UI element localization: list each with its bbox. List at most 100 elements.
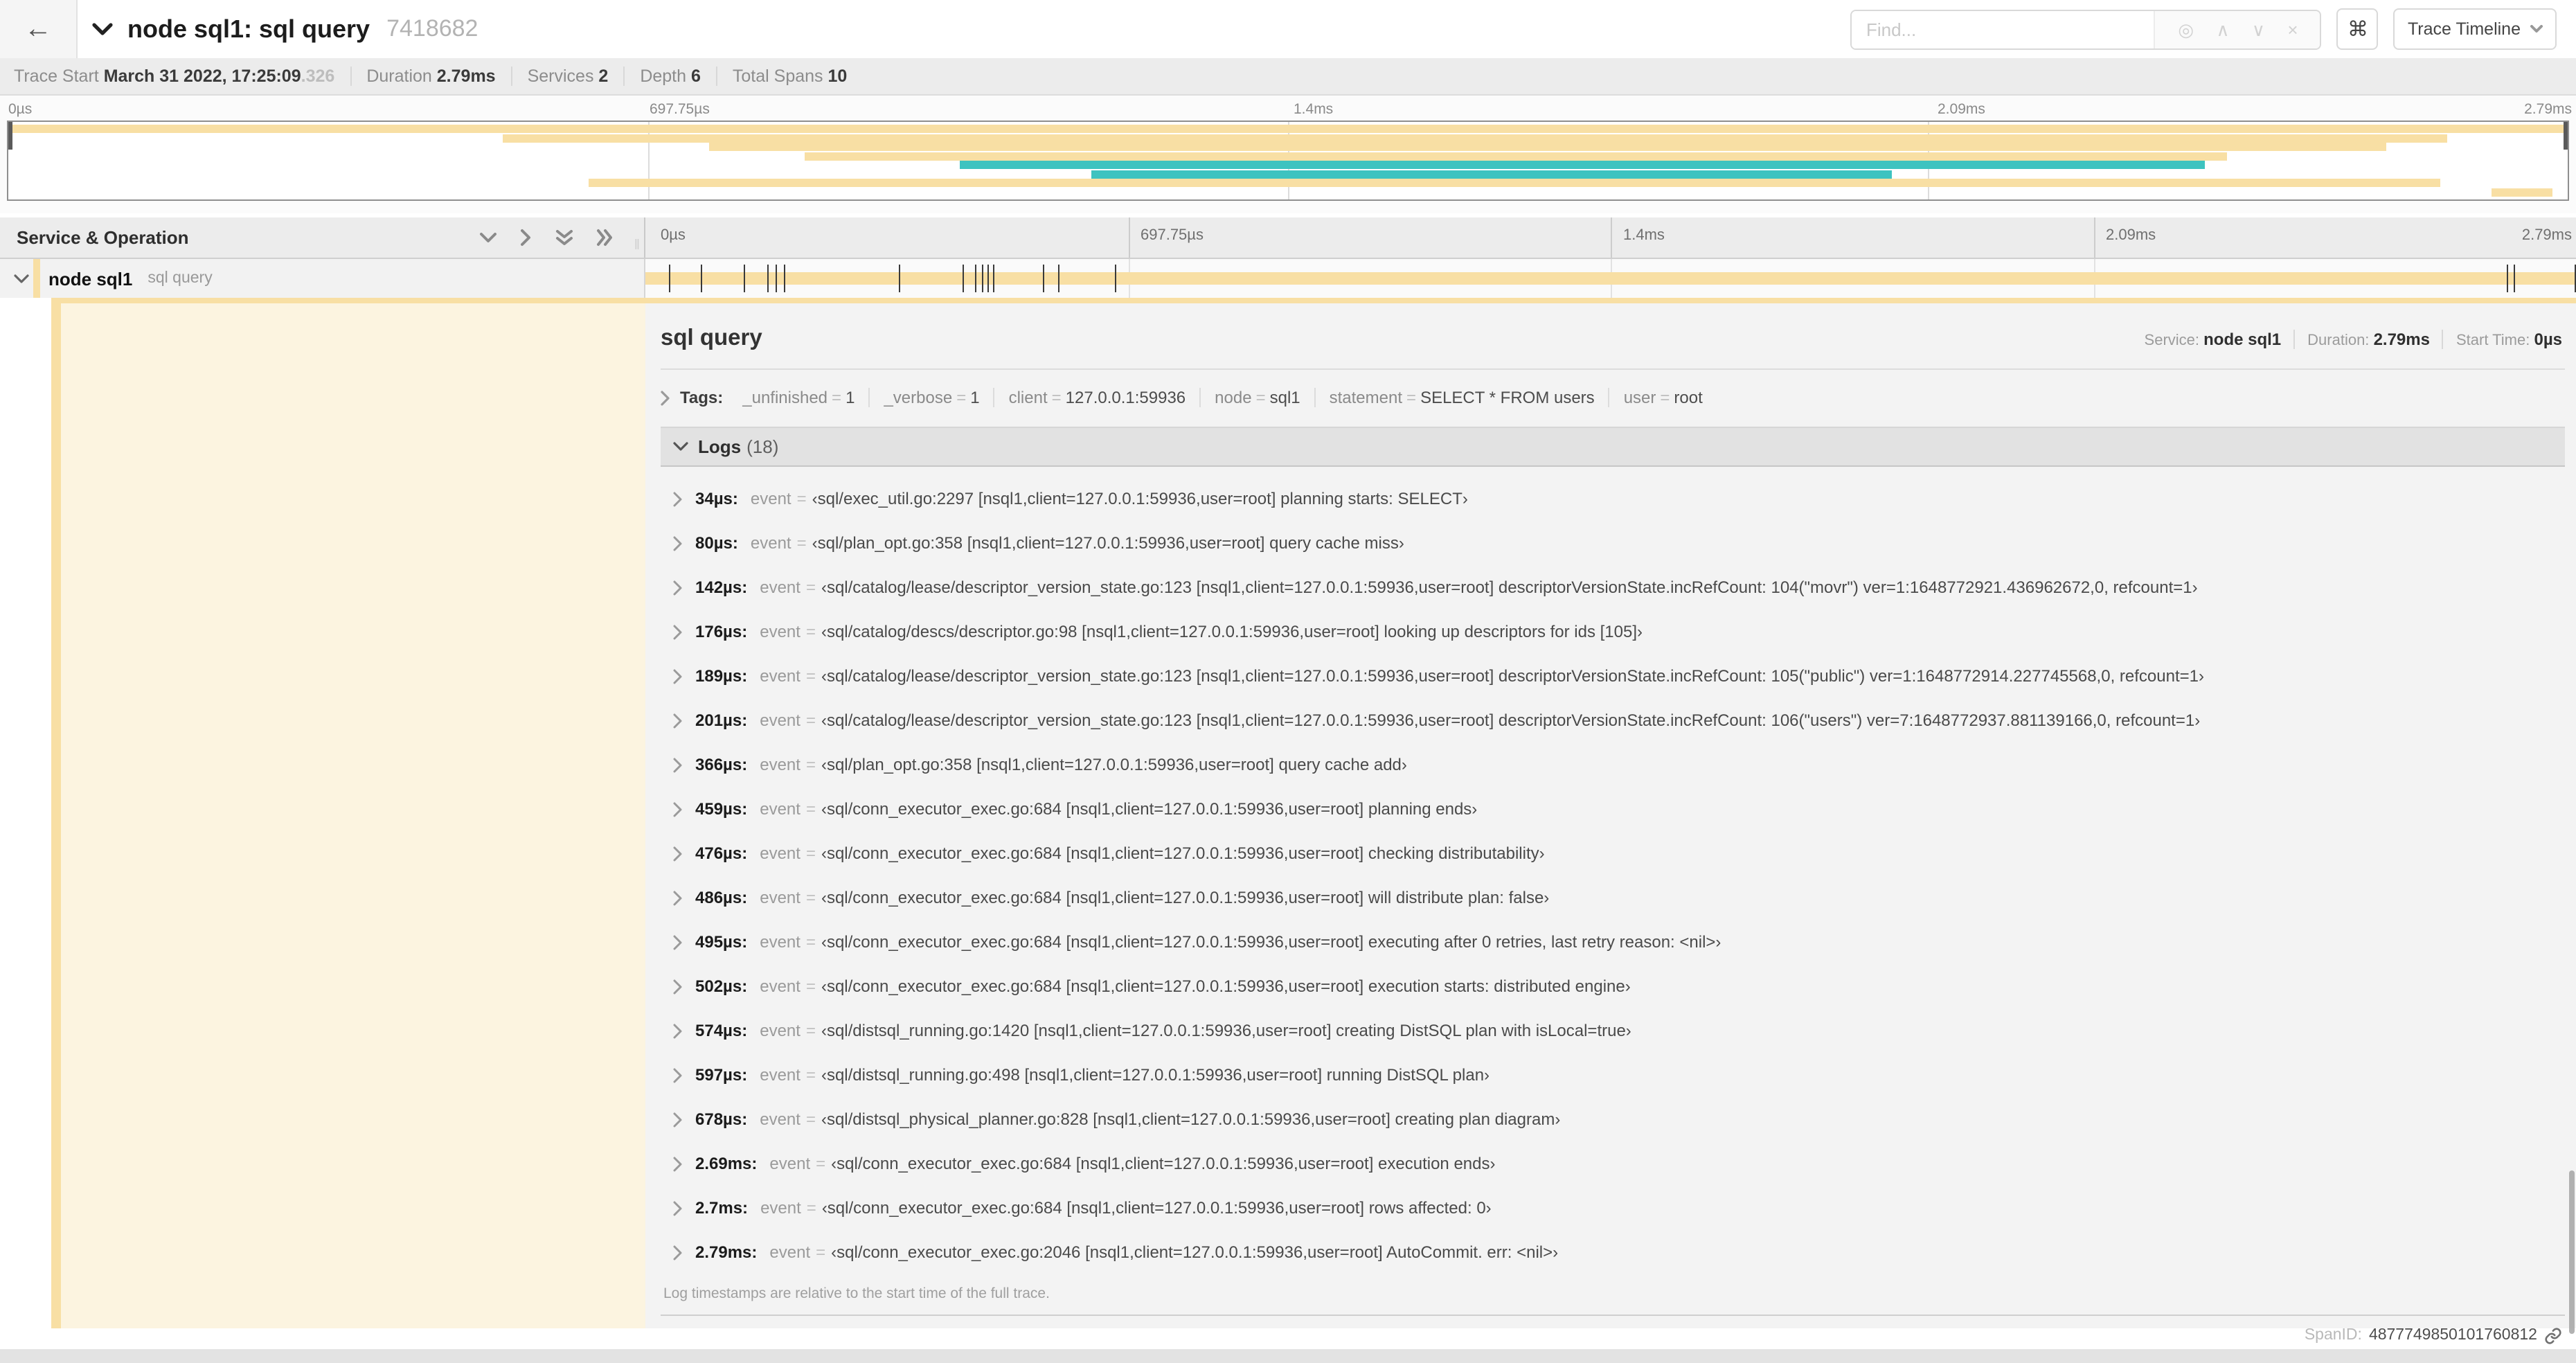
- minimap-canvas[interactable]: [7, 121, 2569, 201]
- time-tick-label: 697.75µs: [1141, 227, 1204, 244]
- log-row[interactable]: 574µs: event = ‹sql/distsql_running.go:1420…: [661, 1008, 2565, 1053]
- keyboard-shortcuts-button[interactable]: ⌘: [2336, 8, 2379, 50]
- log-key: event: [760, 977, 800, 996]
- log-row[interactable]: 476µs: event = ‹sql/conn_executor_exec.go:6…: [661, 831, 2565, 875]
- minimap-left-scrubber[interactable]: [8, 122, 12, 150]
- scrollbar-thumb[interactable]: [2569, 1170, 2575, 1334]
- log-equals: =: [805, 1065, 816, 1085]
- log-key: event: [760, 1198, 801, 1218]
- log-row[interactable]: 201µs: event = ‹sql/catalog/lease/descripto…: [661, 698, 2565, 742]
- close-icon[interactable]: ×: [2287, 20, 2298, 38]
- column-resizer-grip[interactable]: ‖: [634, 238, 641, 253]
- chevron-down-icon[interactable]: [14, 274, 29, 283]
- log-row[interactable]: 176µs: event = ‹sql/catalog/descs/descripto…: [661, 609, 2565, 654]
- span-duration-bar[interactable]: [645, 272, 2576, 285]
- expand-one-icon[interactable]: [521, 229, 532, 247]
- chevron-right-icon: [673, 979, 683, 994]
- log-value: ‹sql/conn_executor_exec.go:684 [nsql1,cl…: [821, 977, 1631, 996]
- chevron-down-icon[interactable]: [91, 22, 114, 36]
- log-row[interactable]: 34µs: event = ‹sql/exec_util.go:2297 [nsql1…: [661, 476, 2565, 521]
- tags-accordion[interactable]: Tags: _unfinished = 1 _verbose = 1 client = 127.…: [661, 382, 2565, 413]
- log-row[interactable]: 142µs: event = ‹sql/catalog/lease/descripto…: [661, 565, 2565, 609]
- log-row[interactable]: 597µs: event = ‹sql/distsql_running.go:498 …: [661, 1053, 2565, 1097]
- log-key: event: [769, 1242, 811, 1262]
- link-icon[interactable]: [2544, 1326, 2562, 1344]
- span-name-cell[interactable]: node sql1 sql query: [0, 259, 645, 298]
- time-tick-label: 0µs: [661, 227, 686, 244]
- trace-meta-label: Depth: [640, 66, 691, 86]
- log-timestamp: 2.7ms:: [695, 1198, 749, 1218]
- log-row[interactable]: 2.79ms: event = ‹sql/conn_executor_exec.go:…: [661, 1230, 2565, 1274]
- span-service-name: node sql1: [48, 268, 133, 289]
- log-equals: =: [805, 755, 816, 774]
- detail-meta-label: Service:: [2144, 332, 2204, 349]
- span-detail-header: sql query Service: node sql1 Duration: 2.…: [661, 303, 2565, 352]
- collapse-all-icon[interactable]: [555, 229, 573, 246]
- log-value: ‹sql/distsql_running.go:498 [nsql1,clien…: [821, 1065, 1490, 1085]
- log-value: ‹sql/catalog/lease/descriptor_version_st…: [821, 578, 2198, 597]
- logs-footer-note: Log timestamps are relative to the start…: [663, 1285, 1050, 1302]
- chevron-right-icon: [673, 1112, 683, 1127]
- log-value: ‹sql/distsql_running.go:1420 [nsql1,clie…: [821, 1021, 1631, 1040]
- tag-key: node: [1215, 388, 1252, 407]
- minimap-tick-labels: 0µs 697.75µs 1.4ms 2.09ms 2.79ms: [0, 100, 2576, 121]
- trace-meta-value: 10: [828, 66, 848, 86]
- span-log-tick: [992, 265, 994, 292]
- minimap-span-bar: [589, 179, 2440, 187]
- log-row[interactable]: 495µs: event = ‹sql/conn_executor_exec.go:6…: [661, 920, 2565, 964]
- log-equals: =: [805, 1110, 816, 1129]
- chevron-down-icon[interactable]: ∨: [2252, 20, 2265, 38]
- span-color-stripe: [51, 303, 61, 1328]
- chevron-right-icon: [673, 890, 683, 905]
- chevron-right-icon: [661, 390, 670, 405]
- tag-value: sql1: [1269, 388, 1300, 407]
- log-value: ‹sql/plan_opt.go:358 [nsql1,client=127.0…: [821, 755, 1407, 774]
- trace-timeline-page: ← node sql1: sql query 7418682 ◎ ∧ ∨ × ⌘…: [0, 0, 2576, 1363]
- log-row[interactable]: 502µs: event = ‹sql/conn_executor_exec.go:6…: [661, 964, 2565, 1008]
- span-log-tick: [776, 265, 778, 292]
- log-row[interactable]: 678µs: event = ‹sql/distsql_physical_planne…: [661, 1097, 2565, 1141]
- log-key: event: [750, 533, 791, 553]
- log-row[interactable]: 2.7ms: event = ‹sql/conn_executor_exec.go:6…: [661, 1186, 2565, 1230]
- collapse-one-icon[interactable]: [479, 232, 497, 243]
- tag-equals: =: [1051, 388, 1062, 407]
- log-row[interactable]: 486µs: event = ‹sql/conn_executor_exec.go:6…: [661, 875, 2565, 920]
- span-operation-name: sql query: [147, 270, 213, 287]
- log-key: event: [760, 1110, 800, 1129]
- log-key: event: [750, 489, 791, 508]
- chevron-up-icon[interactable]: ∧: [2216, 20, 2229, 38]
- trace-meta-item: Duration 2.79ms: [351, 66, 512, 86]
- expand-all-icon[interactable]: [597, 229, 614, 247]
- tag-item: _verbose = 1: [870, 388, 995, 407]
- span-bar-cell[interactable]: [645, 259, 2576, 298]
- arrow-left-icon: ←: [24, 13, 52, 44]
- log-row[interactable]: 459µs: event = ‹sql/conn_executor_exec.go:6…: [661, 787, 2565, 831]
- logs-header[interactable]: Logs (18): [661, 427, 2565, 467]
- find-input[interactable]: [1852, 10, 2154, 48]
- focus-icon[interactable]: ◎: [2178, 20, 2194, 38]
- log-equals: =: [805, 977, 816, 996]
- time-tick-label: 2.79ms: [2524, 101, 2572, 118]
- log-value: ‹sql/exec_util.go:2297 [nsql1,client=127…: [812, 489, 1468, 508]
- logs-title: Logs: [698, 436, 742, 457]
- log-equals: =: [796, 533, 807, 553]
- log-timestamp: 476µs:: [695, 844, 748, 863]
- top-header: ← node sql1: sql query 7418682 ◎ ∧ ∨ × ⌘…: [0, 0, 2576, 58]
- chevron-right-icon: [673, 1156, 683, 1171]
- view-selector-button[interactable]: Trace Timeline: [2393, 8, 2557, 50]
- chevron-right-icon: [673, 1067, 683, 1083]
- log-row[interactable]: 189µs: event = ‹sql/catalog/lease/descripto…: [661, 654, 2565, 698]
- tag-item: _unfinished = 1: [728, 388, 870, 407]
- log-row[interactable]: 80µs: event = ‹sql/plan_opt.go:358 [nsql1,c…: [661, 521, 2565, 565]
- log-timestamp: 80µs:: [695, 533, 738, 553]
- minimap-right-scrubber[interactable]: [2564, 122, 2568, 150]
- log-value: ‹sql/conn_executor_exec.go:2046 [nsql1,c…: [831, 1242, 1559, 1262]
- log-row[interactable]: 2.69ms: event = ‹sql/conn_executor_exec.go:…: [661, 1141, 2565, 1186]
- chevron-right-icon: [673, 491, 683, 506]
- time-tick-label: 2.09ms: [1938, 101, 1985, 118]
- tag-equals: =: [956, 388, 967, 407]
- back-button[interactable]: ←: [0, 0, 78, 58]
- log-row[interactable]: 366µs: event = ‹sql/plan_opt.go:358 [nsql1,…: [661, 742, 2565, 787]
- span-tint-background: [61, 303, 645, 1328]
- trace-meta-value: 2: [598, 66, 609, 86]
